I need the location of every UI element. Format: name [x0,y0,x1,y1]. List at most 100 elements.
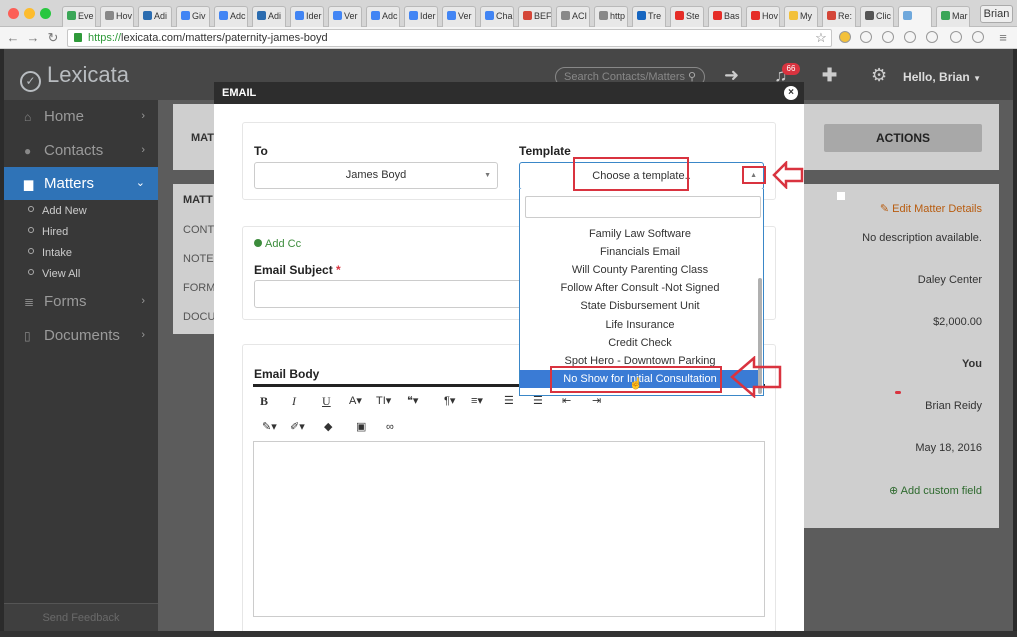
template-option[interactable]: State Disbursement Unit [520,297,760,315]
extension-icon[interactable] [882,31,894,43]
browser-tab[interactable]: Hov [746,6,780,27]
sidebar-item-matters[interactable]: ▆ Matters ⌄ [4,167,158,200]
tab-label: Bas [724,11,740,21]
menu-icon[interactable]: ≡ [996,30,1010,45]
align-button[interactable]: ≡▾ [471,391,483,411]
bookmark-star-icon[interactable]: ☆ [814,30,828,46]
font-color-button[interactable]: A▾ [349,391,362,411]
browser-tab[interactable]: Adi [138,6,172,27]
browser-tab[interactable]: Ver [442,6,476,27]
tab-favicon-icon [637,11,646,20]
sidebar-item-home[interactable]: ⌂ Home › [4,100,158,133]
edit-matter-link[interactable]: ✎ Edit Matter Details [880,202,982,215]
template-search-input[interactable] [525,196,761,218]
url-path: lexicata.com/matters/paternity-james-boy… [121,32,328,44]
extension-icon[interactable] [926,31,938,43]
extension-icon[interactable] [972,31,984,43]
browser-tab[interactable]: http [594,6,628,27]
url-field[interactable]: https://lexicata.com/matters/paternity-j… [67,29,832,47]
font-size-button[interactable]: TI▾ [376,391,391,411]
plus-icon[interactable]: ✚ [822,65,837,86]
actions-button[interactable]: ACTIONS [824,124,982,152]
italic-button[interactable]: I [292,391,296,411]
extension-icon[interactable] [950,31,962,43]
browser-tab[interactable]: Adi [252,6,286,27]
sidebar-item-label: Forms [44,293,87,310]
email-subject-input[interactable] [254,280,524,308]
email-body-editor[interactable] [253,441,765,617]
paragraph-button[interactable]: ¶▾ [444,391,455,411]
browser-tab[interactable]: Eve [62,6,96,27]
add-custom-field-link[interactable]: ⊕ Add custom field [889,484,982,497]
matter-title-partial: MAT [191,132,215,144]
browser-tab[interactable]: Hov [100,6,134,27]
ordered-list-button[interactable]: ☰ [504,391,514,411]
extension-icon[interactable] [860,31,872,43]
back-icon[interactable]: ← [6,30,20,45]
modal-title: EMAIL [222,87,257,99]
browser-tab[interactable]: Giv [176,6,210,27]
to-select[interactable]: James Boyd ▼ [254,162,498,189]
link-button[interactable]: ∞ [386,417,394,437]
browser-tab[interactable]: BEF [518,6,552,27]
reload-icon[interactable]: ↻ [46,30,60,46]
underline-button[interactable]: U [322,391,331,411]
template-option[interactable]: Credit Check [520,334,760,352]
browser-tab[interactable]: Cha [480,6,514,27]
close-window-button[interactable] [8,8,19,19]
browser-tab[interactable]: Clic [860,6,894,27]
quote-button[interactable]: ❝▾ [407,391,418,411]
template-option[interactable]: Life Insurance [520,316,760,334]
forward-icon[interactable]: → [26,30,40,45]
browser-tab[interactable]: Adc [214,6,248,27]
browser-tab[interactable]: Ider [290,6,324,27]
browser-tab[interactable]: My [784,6,818,27]
send-feedback-link[interactable]: Send Feedback [4,603,158,631]
browser-tab[interactable]: Re: [822,6,856,27]
tab-favicon-icon [371,11,380,20]
browser-tab[interactable]: ACI [556,6,590,27]
bold-button[interactable]: B [260,391,268,411]
sidebar-subitem-hired[interactable]: Hired [28,226,68,238]
template-option[interactable]: Will County Parenting Class [520,261,760,279]
check-circle-icon: ✓ [20,71,41,92]
maximize-window-button[interactable] [40,8,51,19]
browser-tab[interactable]: Ider [404,6,438,27]
sidebar-item-contacts[interactable]: ● Contacts › [4,134,158,167]
template-option[interactable]: Financials Email [520,243,760,261]
template-option[interactable]: Follow After Consult -Not Signed [520,279,760,297]
browser-tab[interactable]: Bas [708,6,742,27]
sidebar-subitem-intake[interactable]: Intake [28,247,72,259]
template-option[interactable]: Family Law Software [520,225,760,243]
tab-favicon-icon [865,11,874,20]
image-button[interactable]: ▣ [356,417,366,437]
extension-icon[interactable] [904,31,916,43]
tab-favicon-icon [599,11,608,20]
user-menu[interactable]: Hello, Brian ▼ [903,70,981,84]
sidebar-item-documents[interactable]: ▯ Documents › [4,319,158,352]
logo[interactable]: ✓ Lexicata [20,62,129,92]
sidebar-item-forms[interactable]: ≣ Forms › [4,285,158,318]
close-icon[interactable]: × [784,86,798,100]
modal-header: EMAIL × [214,82,804,104]
browser-tab[interactable]: Tre [632,6,666,27]
gear-icon[interactable]: ⚙ [871,65,887,86]
profile-button[interactable]: Brian [980,5,1013,23]
tab-label: Ver [458,11,472,21]
extension-icon[interactable] [839,31,851,43]
browser-tab[interactable]: Mar [936,6,970,27]
browser-tab[interactable] [898,6,932,27]
sidebar-subitem-view-all[interactable]: View All [28,268,80,280]
matter-date: May 18, 2016 [915,442,982,454]
tab-label: Giv [192,11,206,21]
magic-button[interactable]: ✐▾ [290,417,305,437]
sidebar-item-label: Home [44,108,85,125]
browser-tab[interactable]: Ver [328,6,362,27]
browser-tab[interactable]: Adc [366,6,400,27]
minimize-window-button[interactable] [24,8,35,19]
drop-button[interactable]: ◆ [324,417,332,437]
browser-tab[interactable]: Ste [670,6,704,27]
brush-button[interactable]: ✎▾ [262,417,277,437]
sidebar-subitem-add-new[interactable]: Add New [28,205,87,217]
add-cc-link[interactable]: Add Cc [254,238,301,250]
